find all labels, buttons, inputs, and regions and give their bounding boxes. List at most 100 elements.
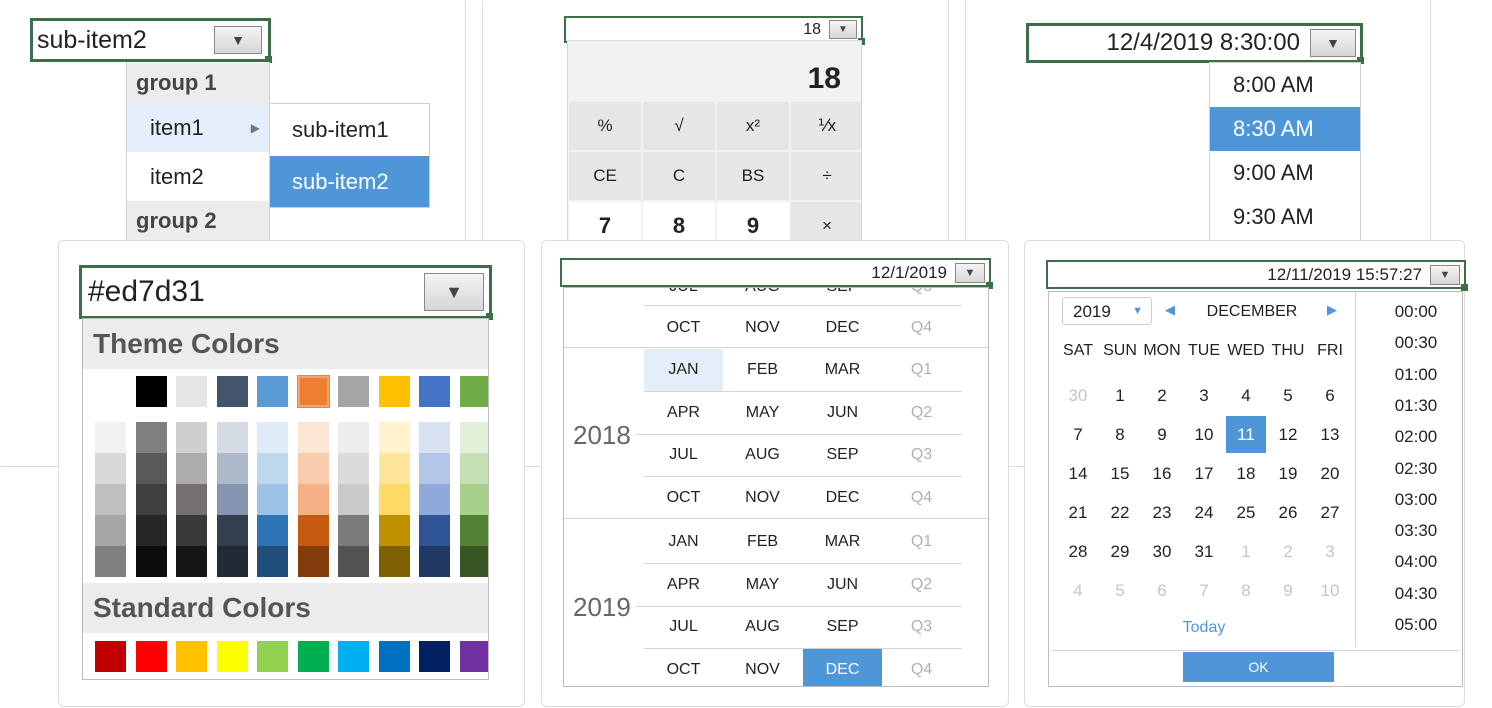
calendar-day[interactable]: 19 bbox=[1268, 455, 1308, 492]
calendar-day[interactable]: 5 bbox=[1268, 377, 1308, 414]
chevron-down-icon[interactable]: ▼ bbox=[955, 262, 985, 283]
theme-shade-swatch[interactable] bbox=[419, 484, 450, 515]
time-slot[interactable]: 05:00 bbox=[1371, 615, 1461, 635]
calc-key[interactable]: 9 bbox=[717, 202, 789, 241]
theme-shade-swatch[interactable] bbox=[135, 422, 167, 453]
chevron-down-icon[interactable]: ▼ bbox=[829, 20, 857, 39]
theme-color-swatch[interactable] bbox=[216, 376, 248, 407]
theme-shade-swatch[interactable] bbox=[338, 453, 369, 484]
datetime-combobox[interactable]: 12/11/2019 15:57:27 ▼ bbox=[1046, 260, 1468, 291]
calendar-day[interactable]: 10 bbox=[1310, 572, 1350, 609]
theme-shade-swatch[interactable] bbox=[338, 422, 369, 453]
theme-shade-swatch[interactable] bbox=[378, 484, 410, 515]
calendar-day[interactable]: 3 bbox=[1310, 533, 1350, 570]
theme-shade-swatch[interactable] bbox=[176, 422, 207, 453]
theme-shade-swatch[interactable] bbox=[176, 546, 207, 577]
calendar-day[interactable]: 6 bbox=[1310, 377, 1350, 414]
calendar-day[interactable]: 17 bbox=[1184, 455, 1224, 492]
calendar-day[interactable]: 13 bbox=[1310, 416, 1350, 453]
calendar-day[interactable]: 26 bbox=[1268, 494, 1308, 531]
chevron-down-icon[interactable]: ▼ bbox=[1310, 29, 1356, 57]
theme-shade-swatch[interactable] bbox=[257, 453, 288, 484]
calendar-day[interactable]: 31 bbox=[1184, 533, 1224, 570]
theme-shade-swatch[interactable] bbox=[378, 422, 410, 453]
month-cell[interactable]: NOV bbox=[723, 477, 802, 519]
calendar-day[interactable]: 28 bbox=[1058, 533, 1098, 570]
month-cell[interactable]: JUN bbox=[803, 392, 882, 434]
color-combobox[interactable]: #ed7d31 ▼ bbox=[79, 265, 493, 320]
month-cell[interactable]: SEP bbox=[803, 606, 882, 648]
theme-shade-swatch[interactable] bbox=[257, 484, 288, 515]
calc-key[interactable]: ⅟x bbox=[791, 102, 861, 150]
theme-shade-swatch[interactable] bbox=[297, 484, 329, 515]
calendar-day[interactable]: 11 bbox=[1226, 416, 1266, 453]
calendar-day[interactable]: 27 bbox=[1310, 494, 1350, 531]
today-link[interactable]: Today bbox=[1161, 619, 1247, 637]
month-cell[interactable]: DEC bbox=[803, 307, 882, 349]
month-cell[interactable]: MAR bbox=[803, 521, 882, 563]
theme-color-swatch[interactable] bbox=[459, 376, 488, 407]
time-slot[interactable]: 02:00 bbox=[1371, 427, 1461, 447]
theme-shade-swatch[interactable] bbox=[176, 515, 207, 546]
calendar-day[interactable]: 8 bbox=[1226, 572, 1266, 609]
prev-month-icon[interactable]: ◀ bbox=[1165, 302, 1175, 318]
month-cell[interactable]: FEB bbox=[723, 349, 802, 391]
theme-shade-swatch[interactable] bbox=[95, 453, 126, 484]
month-cell[interactable]: MAY bbox=[723, 564, 802, 606]
standard-color-swatch[interactable] bbox=[378, 641, 410, 672]
calendar-day[interactable]: 9 bbox=[1142, 416, 1182, 453]
theme-shade-swatch[interactable] bbox=[459, 515, 488, 546]
theme-shade-swatch[interactable] bbox=[338, 515, 369, 546]
calendar-day[interactable]: 23 bbox=[1142, 494, 1182, 531]
dropdown-menu-combobox[interactable]: sub-item2 ▼ bbox=[30, 18, 272, 63]
theme-shade-swatch[interactable] bbox=[419, 422, 450, 453]
calendar-day[interactable]: 9 bbox=[1268, 572, 1308, 609]
time-slot[interactable]: 00:30 bbox=[1371, 333, 1461, 353]
month-cell[interactable]: NOV bbox=[723, 649, 802, 687]
next-month-icon[interactable]: ▶ bbox=[1327, 302, 1337, 318]
menu-item-item1[interactable]: item1 ▶ bbox=[127, 103, 269, 152]
calc-key[interactable]: % bbox=[569, 102, 641, 150]
time-slot[interactable]: 01:00 bbox=[1371, 365, 1461, 385]
time-slot[interactable]: 00:00 bbox=[1371, 302, 1461, 322]
theme-shade-swatch[interactable] bbox=[297, 546, 329, 577]
theme-shade-swatch[interactable] bbox=[257, 422, 288, 453]
theme-shade-swatch[interactable] bbox=[216, 484, 248, 515]
calc-key[interactable]: CE bbox=[569, 152, 641, 200]
month-cell[interactable]: JUN bbox=[803, 564, 882, 606]
standard-color-swatch[interactable] bbox=[419, 641, 450, 672]
calendar-day[interactable]: 7 bbox=[1058, 416, 1098, 453]
calendar-day[interactable]: 15 bbox=[1100, 455, 1140, 492]
standard-color-swatch[interactable] bbox=[459, 641, 488, 672]
calendar-day[interactable]: 5 bbox=[1100, 572, 1140, 609]
month-combobox[interactable]: 12/1/2019 ▼ bbox=[560, 258, 993, 289]
theme-shade-swatch[interactable] bbox=[176, 453, 207, 484]
theme-shade-swatch[interactable] bbox=[419, 453, 450, 484]
theme-shade-swatch[interactable] bbox=[216, 515, 248, 546]
calc-key[interactable]: √ bbox=[643, 102, 715, 150]
theme-shade-swatch[interactable] bbox=[459, 453, 488, 484]
calendar-day[interactable]: 14 bbox=[1058, 455, 1098, 492]
chevron-down-icon[interactable]: ▼ bbox=[1430, 264, 1460, 285]
time-slot[interactable]: 04:30 bbox=[1371, 584, 1461, 604]
calendar-day[interactable]: 7 bbox=[1184, 572, 1224, 609]
calendar-day[interactable]: 2 bbox=[1268, 533, 1308, 570]
month-cell[interactable]: APR bbox=[644, 564, 723, 606]
theme-shade-swatch[interactable] bbox=[378, 546, 410, 577]
standard-color-swatch[interactable] bbox=[95, 641, 126, 672]
calendar-day[interactable]: 10 bbox=[1184, 416, 1224, 453]
theme-shade-swatch[interactable] bbox=[297, 422, 329, 453]
month-cell[interactable]: OCT bbox=[644, 477, 723, 519]
month-cell[interactable]: AUG bbox=[723, 434, 802, 476]
calc-key[interactable]: 7 bbox=[569, 202, 641, 241]
standard-color-swatch[interactable] bbox=[297, 641, 329, 672]
month-cell[interactable]: SEP bbox=[803, 434, 882, 476]
theme-shade-swatch[interactable] bbox=[459, 422, 488, 453]
time-slot[interactable]: 04:00 bbox=[1371, 552, 1461, 572]
theme-shade-swatch[interactable] bbox=[95, 484, 126, 515]
theme-color-swatch[interactable] bbox=[135, 376, 167, 407]
month-cell[interactable]: JUL bbox=[644, 606, 723, 648]
theme-shade-swatch[interactable] bbox=[135, 546, 167, 577]
theme-shade-swatch[interactable] bbox=[216, 453, 248, 484]
theme-shade-swatch[interactable] bbox=[135, 515, 167, 546]
